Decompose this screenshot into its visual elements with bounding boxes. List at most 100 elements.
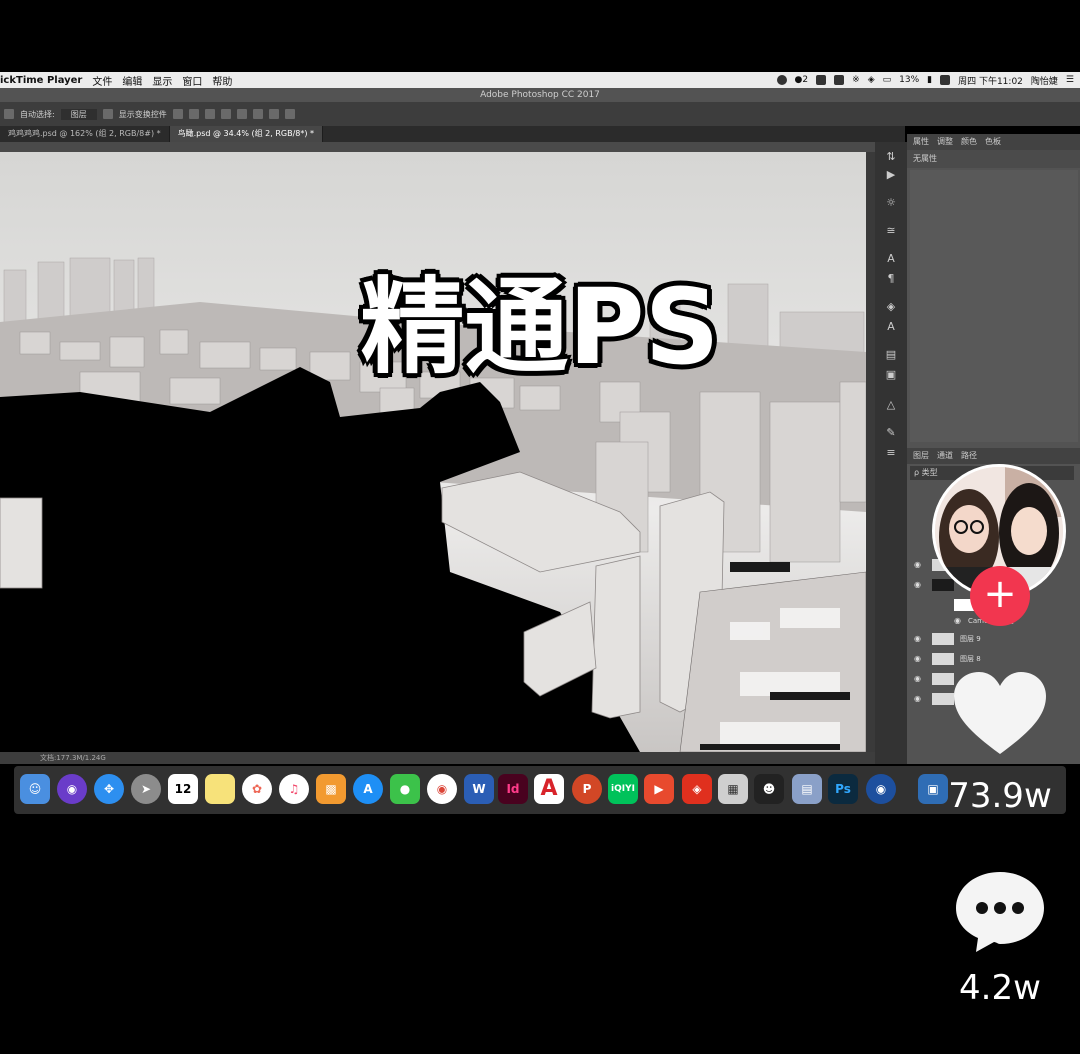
books-icon[interactable]: ▩	[316, 774, 346, 804]
eye-icon[interactable]: ◉	[914, 556, 921, 574]
character-icon[interactable]: A	[884, 252, 898, 266]
canvas-vertical-scrollbar[interactable]	[866, 152, 875, 752]
tab-document-1[interactable]: 鸡鸡鸡鸡.psd @ 162% (组 2, RGB/8#) *	[0, 126, 170, 142]
safari-icon[interactable]: ✥	[94, 774, 124, 804]
layer-row[interactable]: ◉ 图层 9	[910, 630, 1060, 648]
document-tabs: 鸡鸡鸡鸡.psd @ 162% (组 2, RGB/8#) * 鸟瞰.psd @…	[0, 126, 905, 142]
airplay-icon[interactable]: ▭	[883, 75, 892, 85]
launchpad-icon[interactable]: ➤	[131, 774, 161, 804]
tab-layers[interactable]: 图层	[913, 448, 929, 464]
document-status-bar: 文档:177.3M/1.24G	[0, 752, 875, 764]
app-store-icon[interactable]: A	[353, 774, 383, 804]
paragraph-icon[interactable]: ¶	[884, 272, 898, 286]
distribute-icon[interactable]	[268, 109, 279, 119]
word-icon[interactable]: W	[464, 774, 494, 804]
notes-icon[interactable]: ▣	[884, 368, 898, 382]
status-area: ●2 ※ ◈ ▭ 13% ▮ 周四 下午11:02 陶怡婕 ☰	[776, 72, 1074, 88]
tab-swatches[interactable]: 色板	[985, 134, 1001, 150]
follow-button[interactable]: +	[970, 566, 1030, 626]
app-status-icon[interactable]	[816, 75, 827, 85]
acrobat-icon[interactable]: A	[534, 774, 564, 804]
styles-icon[interactable]: ◈	[884, 300, 898, 314]
3d-mode-icon[interactable]	[284, 109, 295, 119]
3d-icon[interactable]: △	[884, 398, 898, 412]
preview-icon[interactable]: ▤	[792, 774, 822, 804]
adjust-icon[interactable]: ≡	[884, 446, 898, 460]
align-middle-icon[interactable]	[236, 109, 247, 119]
play-action-icon[interactable]: ▶	[884, 168, 898, 182]
path-icon[interactable]: ≅	[884, 224, 898, 238]
doc-size-info: 文档:177.3M/1.24G	[40, 754, 106, 762]
brush-icon[interactable]: ✎	[884, 426, 898, 440]
music-icon[interactable]: ♫	[279, 774, 309, 804]
menu-help[interactable]: 帮助	[212, 73, 232, 88]
menu-app-name[interactable]: ickTime Player	[0, 75, 82, 86]
align-center-icon[interactable]	[188, 109, 199, 119]
menu-window[interactable]: 窗口	[182, 73, 202, 88]
tab-adjustments[interactable]: 调整	[937, 134, 953, 150]
battery-icon[interactable]: ▮	[927, 75, 932, 85]
layer-row[interactable]: ◉ 图层 8	[910, 650, 1060, 668]
auto-select-label[interactable]: 自动选择:	[20, 109, 55, 120]
indesign-icon[interactable]: Id	[498, 774, 528, 804]
document-canvas[interactable]	[0, 152, 866, 752]
layer-thumbnail	[932, 633, 954, 645]
wifi-icon[interactable]: ◈	[868, 75, 875, 85]
bluetooth-icon[interactable]: ※	[852, 75, 860, 85]
eye-icon[interactable]: ◉	[914, 630, 921, 648]
transform-checkbox[interactable]	[102, 109, 113, 119]
tab-properties[interactable]: 属性	[913, 134, 929, 150]
like-heart-icon[interactable]	[950, 668, 1050, 758]
align-right-icon[interactable]	[204, 109, 215, 119]
eye-icon[interactable]: ◉	[914, 670, 921, 688]
calendar-icon[interactable]: 12	[168, 774, 198, 804]
siri-icon[interactable]: ◉	[57, 774, 87, 804]
record-icon[interactable]	[776, 75, 787, 85]
user-name[interactable]: 陶怡婕	[1031, 74, 1058, 87]
wechat-icon[interactable]: ●	[390, 774, 420, 804]
comment-count: 4.2w	[959, 968, 1041, 1008]
menu-edit[interactable]: 编辑	[122, 73, 142, 88]
powerpoint-icon[interactable]: P	[572, 774, 602, 804]
input-source-icon[interactable]	[940, 75, 951, 85]
wechat-status-icon[interactable]	[834, 75, 845, 85]
chrome-icon[interactable]: ◉	[427, 774, 457, 804]
transform-controls-label[interactable]: 显示变换控件	[119, 109, 167, 120]
qq-icon[interactable]: ☻	[754, 774, 784, 804]
notes-app-icon[interactable]	[205, 774, 235, 804]
menu-file[interactable]: 文件	[92, 73, 112, 88]
menu-list-icon[interactable]: ☰	[1066, 75, 1074, 85]
tab-channels[interactable]: 通道	[937, 448, 953, 464]
move-tool-icon[interactable]	[4, 109, 14, 119]
clock[interactable]: 周四 下午11:02	[958, 74, 1023, 87]
eye-icon[interactable]: ◉	[914, 650, 921, 668]
layer-select-dropdown[interactable]: 图层	[60, 108, 97, 120]
layers-tab-bar: 图层 通道 路径	[907, 448, 1080, 464]
brightness-icon[interactable]: ☼	[884, 196, 898, 210]
glyphs-icon[interactable]: A	[884, 320, 898, 334]
horizontal-ruler	[0, 142, 875, 152]
system-app-icon[interactable]: ◉	[866, 774, 896, 804]
cad-tool-icon[interactable]: ▦	[718, 774, 748, 804]
library-icon[interactable]: ▤	[884, 348, 898, 362]
city-render-image	[0, 152, 866, 752]
eye-icon[interactable]: ◉	[914, 576, 921, 594]
align-left-icon[interactable]	[172, 109, 183, 119]
finder-icon[interactable]: ☺	[20, 774, 50, 804]
tab-color[interactable]: 颜色	[961, 134, 977, 150]
photos-icon[interactable]: ✿	[242, 774, 272, 804]
qq-notification-icon[interactable]: ●2	[795, 75, 809, 85]
align-bottom-icon[interactable]	[252, 109, 263, 119]
eye-icon[interactable]: ◉	[914, 690, 921, 708]
iqiyi-icon[interactable]: iQIYI	[608, 774, 638, 804]
comment-bubble-icon[interactable]	[950, 866, 1050, 956]
eye-icon[interactable]: ◉	[954, 612, 961, 630]
align-top-icon[interactable]	[220, 109, 231, 119]
tab-document-2[interactable]: 鸟瞰.psd @ 34.4% (组 2, RGB/8*) *	[169, 126, 324, 142]
sketchup-icon[interactable]: ◈	[682, 774, 712, 804]
photoshop-icon[interactable]: Ps	[828, 774, 858, 804]
menu-view[interactable]: 显示	[152, 73, 172, 88]
history-icon[interactable]: ⇅	[884, 150, 898, 164]
video-app-icon[interactable]: ▶	[644, 774, 674, 804]
tab-paths[interactable]: 路径	[961, 448, 977, 464]
